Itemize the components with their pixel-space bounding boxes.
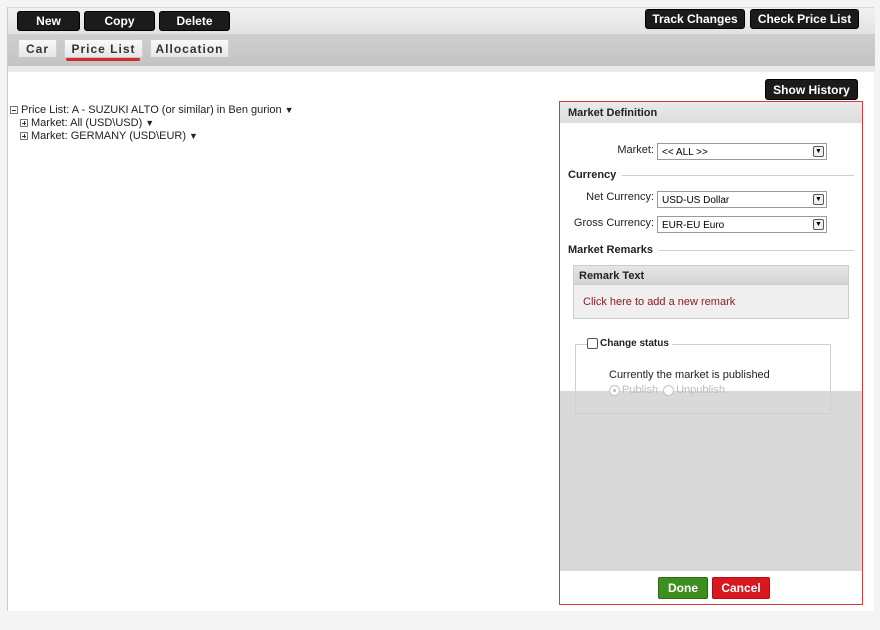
toolbar: New Copy Delete Track Changes Check Pric… [8,8,875,34]
market-remarks-title: Market Remarks [568,244,653,256]
tab-divider [8,66,875,72]
status-text: Currently the market is published [609,369,770,381]
remark-table: Remark Text Click here to add a new rema… [573,265,849,319]
dropdown-caret-icon[interactable]: ▼ [285,105,294,115]
market-definition-panel: Market Definition Market: << ALL >> ▼ Cu… [559,101,863,605]
publish-label: Publish [622,384,659,396]
section-divider [659,249,854,251]
market-remarks-section: Market Remarks [568,244,854,256]
publish-radio-group: Publish Unpublish [609,384,725,396]
market-select-value: << ALL >> [662,147,708,158]
panel-title: Market Definition [560,102,862,123]
tree-item-label[interactable]: Market: All (USD\USD) [31,117,142,129]
track-changes-button[interactable]: Track Changes [645,9,745,29]
remark-text-header: Remark Text [574,266,848,285]
tab-price-list[interactable]: Price List [64,39,143,57]
active-tab-indicator [66,58,140,61]
change-status-checkbox[interactable] [587,338,598,349]
net-currency-value: USD-US Dollar [662,195,730,206]
price-list-tree: Price List: A - SUZUKI ALTO (or similar)… [10,103,294,142]
section-divider [622,174,854,176]
done-button[interactable]: Done [658,577,708,599]
expand-icon[interactable] [20,118,28,127]
net-currency-label: Net Currency: [586,191,654,203]
change-status-legend[interactable]: Change status [587,338,672,349]
tab-bar: Car Price List Allocation [8,34,875,68]
unpublish-radio[interactable] [663,384,675,396]
gross-currency-value: EUR-EU Euro [662,220,725,231]
change-status-group: Change status Currently the market is pu… [575,338,831,414]
delete-button[interactable]: Delete [159,11,230,31]
expand-icon[interactable] [20,131,28,140]
tree-item[interactable]: Market: GERMANY (USD\EUR) ▼ [20,129,294,142]
copy-button[interactable]: Copy [84,11,155,31]
collapse-icon[interactable] [10,105,18,114]
select-arrow-icon[interactable]: ▼ [813,194,824,205]
check-price-list-button[interactable]: Check Price List [750,9,859,29]
add-remark-link[interactable]: Click here to add a new remark [574,285,848,308]
select-arrow-icon[interactable]: ▼ [813,219,824,230]
show-history-button[interactable]: Show History [765,79,858,100]
tab-car[interactable]: Car [18,39,57,57]
gross-currency-label: Gross Currency: [573,217,654,229]
dropdown-caret-icon[interactable]: ▼ [189,131,198,141]
tree-item[interactable]: Market: All (USD\USD) ▼ [20,116,294,129]
dropdown-caret-icon[interactable]: ▼ [145,118,154,128]
app-window: New Copy Delete Track Changes Check Pric… [7,7,875,611]
publish-radio[interactable] [609,384,620,396]
net-currency-select[interactable]: USD-US Dollar ▼ [657,191,827,208]
currency-section: Currency [568,169,854,181]
currency-section-title: Currency [568,169,617,181]
change-status-label[interactable]: Change status [600,338,669,349]
market-select[interactable]: << ALL >> ▼ [657,143,827,160]
market-label: Market: [617,144,654,156]
tree-item-label[interactable]: Market: GERMANY (USD\EUR) [31,130,186,142]
tab-allocation[interactable]: Allocation [150,39,229,57]
cancel-button[interactable]: Cancel [712,577,770,599]
gross-currency-select[interactable]: EUR-EU Euro ▼ [657,216,827,233]
tree-root[interactable]: Price List: A - SUZUKI ALTO (or similar)… [10,103,294,116]
unpublish-label: Unpublish [676,384,725,396]
new-button[interactable]: New [17,11,80,31]
panel-footer: Done Cancel [560,571,862,604]
tree-root-label[interactable]: Price List: A - SUZUKI ALTO (or similar)… [21,104,282,116]
select-arrow-icon[interactable]: ▼ [813,146,824,157]
